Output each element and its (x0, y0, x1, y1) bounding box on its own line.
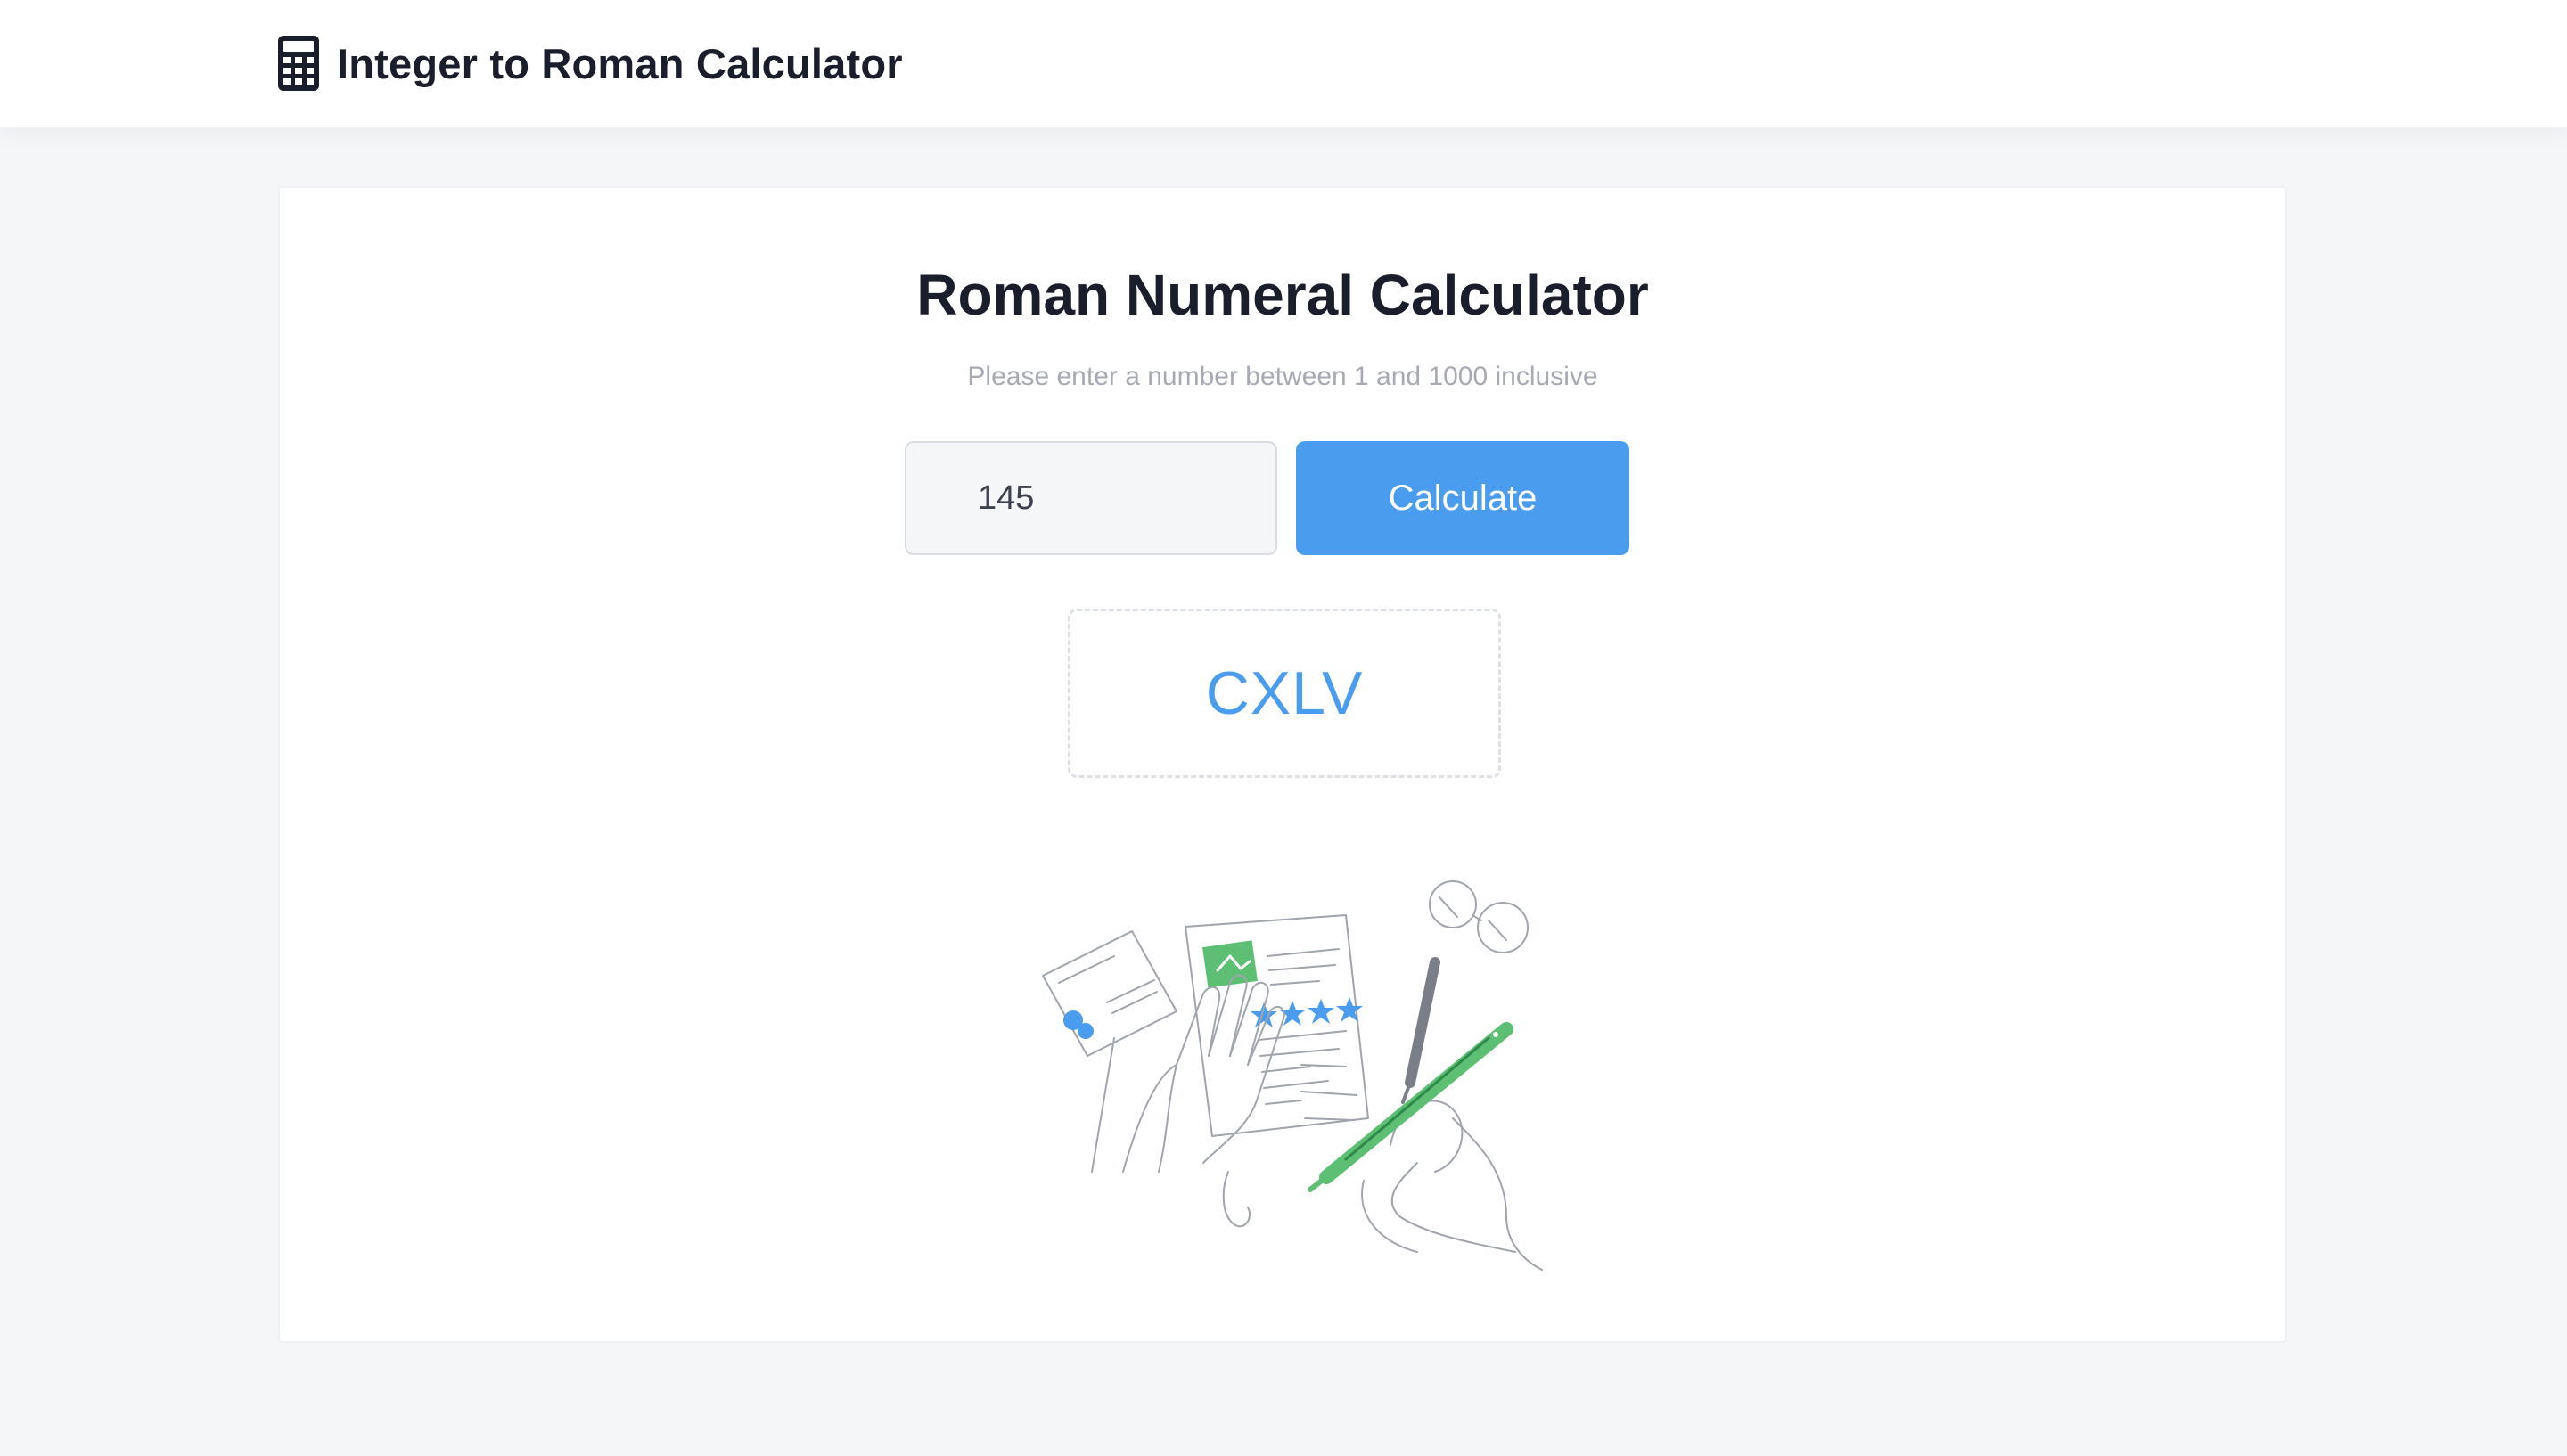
calculate-button[interactable]: Calculate (1296, 441, 1629, 555)
brand: Integer to Roman Calculator (278, 34, 903, 93)
roman-result: CXLV (1205, 659, 1364, 727)
calculator-icon (278, 36, 319, 91)
top-bar: Integer to Roman Calculator (0, 0, 2567, 127)
document-review-illustration (1042, 880, 1543, 1271)
calculator-card: Roman Numeral Calculator Please enter a … (278, 186, 2287, 1343)
number-input[interactable] (905, 441, 1277, 555)
app-title: Integer to Roman Calculator (337, 39, 903, 87)
input-hint: Please enter a number between 1 and 1000… (967, 362, 1598, 391)
result-box: CXLV (1068, 609, 1501, 778)
page-title: Roman Numeral Calculator (916, 263, 1649, 327)
